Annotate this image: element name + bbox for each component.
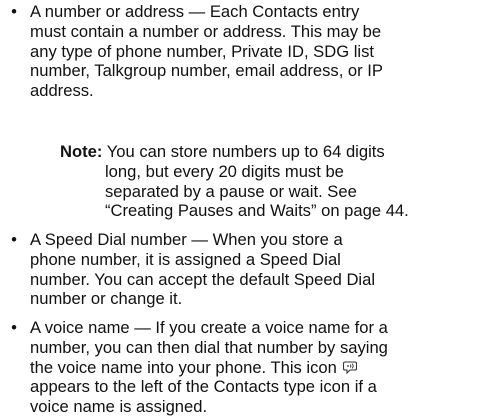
- bullet-line: appears to the left of the Contacts type…: [30, 377, 377, 397]
- voice-name-icon: [342, 361, 357, 374]
- bullet-line: number. You can accept the default Speed…: [30, 269, 376, 289]
- note-line: separated by a pause or wait. See: [105, 181, 357, 201]
- bullet-line: any type of phone number, Private ID, SD…: [30, 41, 375, 61]
- bullet-line: phone number, it is assigned a Speed Dia…: [30, 249, 341, 269]
- bullet-number-or-address: • A number or address — Each Contacts en…: [11, 2, 486, 101]
- bullet-line: number or change it.: [30, 289, 183, 309]
- bullet-line: voice name is assigned.: [30, 397, 208, 417]
- bullet-line: number, you can then dial that number by…: [30, 337, 388, 357]
- bullet-line: address.: [30, 81, 94, 101]
- bullet-line: number, Talkgroup number, email address,…: [30, 61, 383, 81]
- bullet-dot: •: [11, 318, 17, 337]
- bullet-line: must contain a number or address. This m…: [30, 21, 382, 41]
- bullet-line: A number or address — Each Contacts entr…: [30, 2, 360, 21]
- note-first-line: Note: You can store numbers up to 64 dig…: [60, 142, 486, 162]
- bullet-speed-dial: • A Speed Dial number — When you store a…: [11, 230, 486, 309]
- note-block: Note: You can store numbers up to 64 dig…: [60, 142, 486, 221]
- note-line: long, but every 20 digits must be: [105, 161, 344, 181]
- bullet-voice-name: • A voice name — If you create a voice n…: [11, 318, 486, 417]
- bullet-dot: •: [11, 230, 17, 249]
- bullet-line: A voice name — If you create a voice nam…: [30, 318, 388, 337]
- bullet-line: A Speed Dial number — When you store a: [30, 230, 343, 249]
- note-text: You can store numbers up to 64 digits: [106, 142, 385, 161]
- note-label: Note:: [60, 142, 103, 161]
- bullet-line: the voice name into your phone. This ico…: [30, 358, 486, 378]
- bullet-dot: •: [11, 2, 17, 21]
- manual-page: • A number or address — Each Contacts en…: [0, 0, 486, 417]
- bullet-line-text: the voice name into your phone. This ico…: [30, 357, 337, 377]
- note-line: “Creating Pauses and Waits” on page 44.: [105, 201, 409, 221]
